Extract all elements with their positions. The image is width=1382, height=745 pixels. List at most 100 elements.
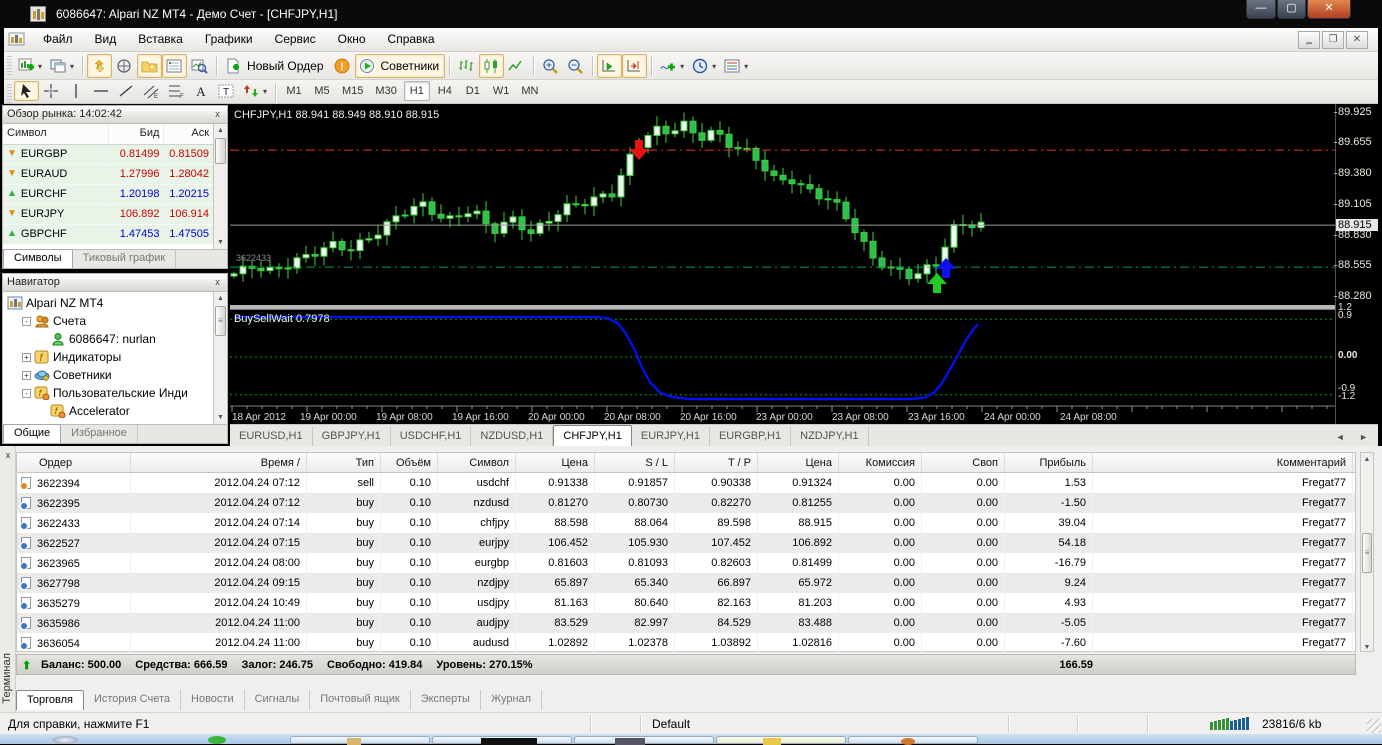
- menu-7[interactable]: Справка: [377, 28, 446, 50]
- mdi-restore-button[interactable]: ❐: [1322, 31, 1344, 49]
- column-header[interactable]: Бид: [108, 124, 163, 144]
- column-header[interactable]: Комиссия: [839, 453, 922, 472]
- auto-scroll-button[interactable]: [597, 54, 622, 78]
- chart-tab-eurusd[interactable]: EURUSD,H1: [230, 427, 313, 446]
- column-header[interactable]: Символ: [3, 124, 108, 144]
- market-watch-row[interactable]: ▲EURCHF1.201981.20215: [3, 185, 213, 205]
- market-watch-tab-1[interactable]: Символы: [3, 249, 73, 268]
- expert-advisors-button[interactable]: Советники: [355, 54, 446, 78]
- column-header[interactable]: Тип: [307, 453, 381, 472]
- terminal-scrollbar[interactable]: ▲ ≡ ▼: [1360, 452, 1374, 652]
- market-watch-tab-2[interactable]: Тиковый график: [73, 250, 177, 268]
- taskbar-button[interactable]: [848, 736, 978, 744]
- order-row[interactable]: 36223942012.04.24 07:12sell0.10usdchf0.9…: [17, 473, 1355, 493]
- price-axis[interactable]: 89.92589.65589.38089.10588.83088.55588.2…: [1335, 104, 1378, 424]
- market-watch-row[interactable]: ▼EURGBP0.814990.81509: [3, 145, 213, 165]
- timeframe-w1[interactable]: W1: [488, 81, 515, 101]
- mdi-minimize-button[interactable]: ‗: [1298, 31, 1320, 49]
- terminal-tab-2[interactable]: История Счета: [84, 690, 181, 710]
- terminal-close-icon[interactable]: x: [2, 450, 14, 462]
- navigator-item[interactable]: -fПользовательские Инди: [3, 384, 213, 402]
- label-button[interactable]: T: [214, 81, 239, 101]
- expand-icon[interactable]: +: [22, 353, 31, 362]
- column-header[interactable]: Цена: [516, 453, 595, 472]
- market-watch-row[interactable]: ▼EURJPY106.892106.914: [3, 205, 213, 225]
- column-header[interactable]: Аск: [163, 124, 213, 144]
- column-header[interactable]: Символ: [438, 453, 516, 472]
- timeframe-mn[interactable]: MN: [516, 81, 543, 101]
- dropdown-arrow-icon[interactable]: ▾: [712, 62, 716, 71]
- strategy-tester-button[interactable]: [187, 54, 212, 78]
- menu-4[interactable]: Графики: [194, 28, 264, 50]
- zoom-in-button[interactable]: [538, 54, 563, 78]
- terminal-tab-3[interactable]: Новости: [181, 690, 245, 710]
- dropdown-arrow-icon[interactable]: ▾: [38, 62, 42, 71]
- column-header[interactable]: Время /: [131, 453, 307, 472]
- navigator-item[interactable]: 6086647: nurlan: [3, 330, 213, 348]
- status-profile[interactable]: Default: [652, 717, 690, 731]
- menu-5[interactable]: Сервис: [264, 28, 327, 50]
- text-button[interactable]: A: [189, 81, 214, 101]
- hline-button[interactable]: [89, 81, 114, 101]
- chart-tab-usdchf[interactable]: USDCHF,H1: [391, 427, 472, 446]
- scroll-up-icon[interactable]: ▲: [214, 292, 227, 305]
- column-header[interactable]: T / P: [675, 453, 758, 472]
- column-header[interactable]: Ордер: [17, 453, 131, 472]
- timeframe-m5[interactable]: M5: [309, 81, 335, 101]
- order-row[interactable]: 36239652012.04.24 08:00buy0.10eurgbp0.81…: [17, 553, 1355, 573]
- new-chart-button[interactable]: ▾: [14, 54, 46, 78]
- taskbar-button[interactable]: [290, 736, 430, 744]
- vline-button[interactable]: [64, 81, 89, 101]
- terminal-tab-4[interactable]: Сигналы: [245, 690, 311, 710]
- menu-2[interactable]: Вид: [84, 28, 128, 50]
- timeframe-h1[interactable]: H1: [404, 81, 430, 101]
- minimize-button[interactable]: —: [1246, 0, 1276, 19]
- taskbar-button[interactable]: [716, 736, 846, 744]
- arrows-button[interactable]: ▾: [239, 81, 271, 101]
- order-row[interactable]: 36225272012.04.24 07:15buy0.10eurjpy106.…: [17, 533, 1355, 553]
- taskbar-button[interactable]: [574, 736, 714, 744]
- resize-grip[interactable]: [1367, 719, 1381, 733]
- market-watch-row[interactable]: ▲GBPCHF1.474531.47505: [3, 225, 213, 245]
- column-header[interactable]: S / L: [595, 453, 675, 472]
- taskbar-button[interactable]: [432, 736, 572, 744]
- chart-tab-nzdusd[interactable]: NZDUSD,H1: [471, 427, 553, 446]
- dropdown-arrow-icon[interactable]: ▾: [70, 62, 74, 71]
- market-watch-toggle[interactable]: [87, 54, 112, 78]
- timeframe-m15[interactable]: M15: [337, 81, 368, 101]
- start-orb[interactable]: [52, 736, 78, 744]
- chart-tab-gbpjpy[interactable]: GBPJPY,H1: [313, 427, 391, 446]
- taskbar-icon[interactable]: [208, 736, 226, 744]
- price-chart[interactable]: CHFJPY,H1 88.941 88.949 88.910 88.915362…: [230, 104, 1378, 424]
- line-chart-button[interactable]: [504, 54, 529, 78]
- trendline-button[interactable]: [114, 81, 139, 101]
- navigator-scrollbar[interactable]: ▲ ≡ ▼: [213, 292, 227, 424]
- timeframe-h4[interactable]: H4: [432, 81, 458, 101]
- crosshair-button[interactable]: [39, 81, 64, 101]
- dropdown-arrow-icon[interactable]: ▾: [263, 87, 267, 96]
- chart-tab-eurjpy[interactable]: EURJPY,H1: [632, 427, 710, 446]
- column-header[interactable]: Объём: [381, 453, 438, 472]
- chart-tab-chfjpy[interactable]: CHFJPY,H1: [553, 425, 631, 446]
- scroll-down-icon[interactable]: ▼: [1361, 644, 1373, 651]
- candlestick-button[interactable]: [479, 54, 504, 78]
- column-header[interactable]: Комментарий: [1093, 453, 1353, 472]
- order-row[interactable]: 36223952012.04.24 07:12buy0.10nzdusd0.81…: [17, 493, 1355, 513]
- alert-button[interactable]: !: [330, 54, 355, 78]
- navigator-item[interactable]: +Советники: [3, 366, 213, 384]
- indicators-button[interactable]: ▾: [656, 54, 688, 78]
- terminal-tab-5[interactable]: Почтовый ящик: [310, 690, 410, 710]
- scroll-up-icon[interactable]: ▲: [214, 124, 227, 137]
- chart-tab-nzdjpy[interactable]: NZDJPY,H1: [791, 427, 868, 446]
- maximize-button[interactable]: ▢: [1277, 0, 1306, 19]
- menu-6[interactable]: Окно: [327, 28, 377, 50]
- order-row[interactable]: 36277982012.04.24 09:15buy0.10nzdjpy65.8…: [17, 573, 1355, 593]
- column-header[interactable]: Цена: [758, 453, 839, 472]
- chart-tab-eurgbp[interactable]: EURGBP,H1: [710, 427, 791, 446]
- collapse-icon[interactable]: -: [22, 317, 31, 326]
- zoom-out-button[interactable]: [563, 54, 588, 78]
- navigator-tab-2[interactable]: Избранное: [61, 425, 138, 443]
- new-order-button[interactable]: Новый Ордер: [221, 54, 329, 78]
- channel-button[interactable]: E: [139, 81, 164, 101]
- menu-1[interactable]: Файл: [32, 28, 84, 50]
